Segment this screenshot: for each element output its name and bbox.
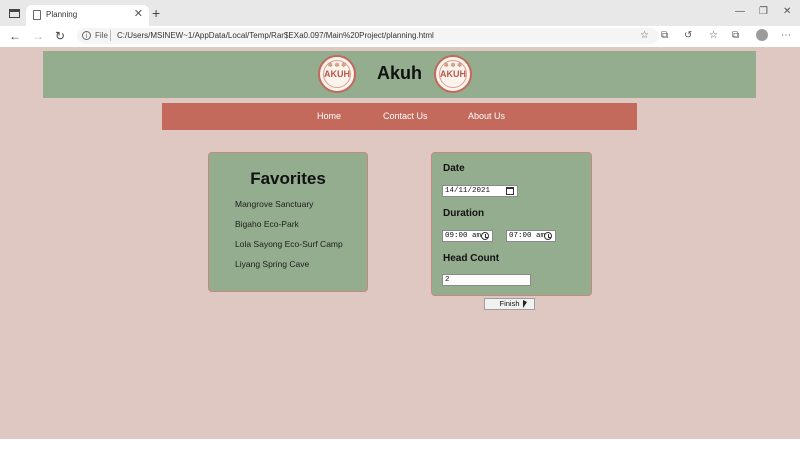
- browser-tab-bar: Planning ✕ + — ❐ ✕: [0, 0, 800, 26]
- start-time-value: 09:00 am: [445, 232, 482, 240]
- headcount-value: 2: [445, 276, 450, 284]
- url-text[interactable]: C:/Users/MSINEW~1/AppData/Local/Temp/Rar…: [117, 31, 434, 40]
- close-window-button[interactable]: ✕: [783, 6, 791, 18]
- nav-contact-link[interactable]: Contact Us: [383, 111, 428, 121]
- file-label: File: [95, 31, 108, 40]
- window-bottom-edge: [0, 439, 800, 450]
- tab-title: Planning: [46, 10, 78, 19]
- date-label: Date: [443, 163, 465, 174]
- tab-actions-icon[interactable]: [9, 9, 20, 18]
- calendar-icon[interactable]: [506, 187, 514, 195]
- page-icon: [33, 10, 41, 20]
- logo-sprig-icon: ✽ ✽ ✽: [443, 63, 463, 69]
- more-menu-icon[interactable]: ⋯: [781, 30, 791, 42]
- logo-text: AKUH: [440, 69, 466, 79]
- favorite-item: Mangrove Sanctuary: [235, 199, 314, 209]
- collections-icon[interactable]: ⧉: [732, 30, 739, 42]
- favorites-title: Favorites: [250, 169, 326, 188]
- favorite-item: Liyang Spring Cave: [235, 259, 310, 269]
- site-header: ✽ ✽ ✽ AKUH Akuh ✽ ✽ ✽ AKUH: [43, 51, 756, 98]
- favorite-item: Lola Sayong Eco-Surf Camp: [235, 239, 343, 249]
- new-tab-button[interactable]: +: [152, 6, 160, 20]
- date-input[interactable]: 14/11/2021: [442, 185, 518, 197]
- extensions-icon[interactable]: ⧉: [661, 30, 668, 42]
- restore-button[interactable]: ❐: [759, 6, 768, 18]
- clock-icon[interactable]: [544, 232, 552, 240]
- minimize-button[interactable]: —: [735, 6, 745, 18]
- nav-home-link[interactable]: Home: [317, 111, 341, 121]
- end-time-input[interactable]: 07:00 am: [506, 230, 556, 242]
- nav-about-link[interactable]: About Us: [468, 111, 505, 121]
- headcount-input[interactable]: 2: [442, 274, 531, 286]
- favorite-item: Bigaho Eco-Park: [235, 219, 299, 229]
- logo-right: ✽ ✽ ✽ AKUH: [434, 55, 472, 93]
- start-time-input[interactable]: 09:00 am: [442, 230, 493, 242]
- forward-button[interactable]: →: [32, 29, 44, 43]
- site-navigation: Home Contact Us About Us: [162, 103, 637, 130]
- browser-tab[interactable]: Planning ✕: [26, 5, 149, 26]
- planning-form: Date 14/11/2021 Duration 09:00 am 07:00 …: [431, 152, 592, 296]
- info-icon[interactable]: i: [82, 31, 91, 40]
- mouse-cursor-icon: [523, 300, 527, 308]
- address-bar: ← → ↻ i File C:/Users/MSINEW~1/AppData/L…: [0, 26, 800, 48]
- site-title: Akuh: [377, 63, 422, 83]
- add-favorite-icon[interactable]: ☆: [640, 30, 649, 41]
- url-divider: [110, 30, 111, 41]
- sync-icon[interactable]: ↺: [684, 30, 692, 42]
- headcount-label: Head Count: [443, 253, 500, 264]
- back-button[interactable]: ←: [9, 29, 21, 43]
- profile-avatar[interactable]: [756, 29, 768, 41]
- date-value: 14/11/2021: [445, 187, 491, 195]
- refresh-button[interactable]: ↻: [55, 29, 65, 43]
- favorites-panel: Favorites Mangrove Sanctuary Bigaho Eco-…: [208, 152, 368, 292]
- page-content: ✽ ✽ ✽ AKUH Akuh ✽ ✽ ✽ AKUH Home Contact …: [0, 47, 800, 439]
- end-time-value: 07:00 am: [509, 232, 546, 240]
- tab-close-icon[interactable]: ✕: [134, 8, 143, 20]
- duration-label: Duration: [443, 208, 485, 219]
- url-field[interactable]: i File C:/Users/MSINEW~1/AppData/Local/T…: [77, 28, 659, 44]
- favorites-icon[interactable]: ☆: [709, 30, 718, 42]
- clock-icon[interactable]: [481, 232, 489, 240]
- finish-button[interactable]: Finish: [484, 298, 535, 310]
